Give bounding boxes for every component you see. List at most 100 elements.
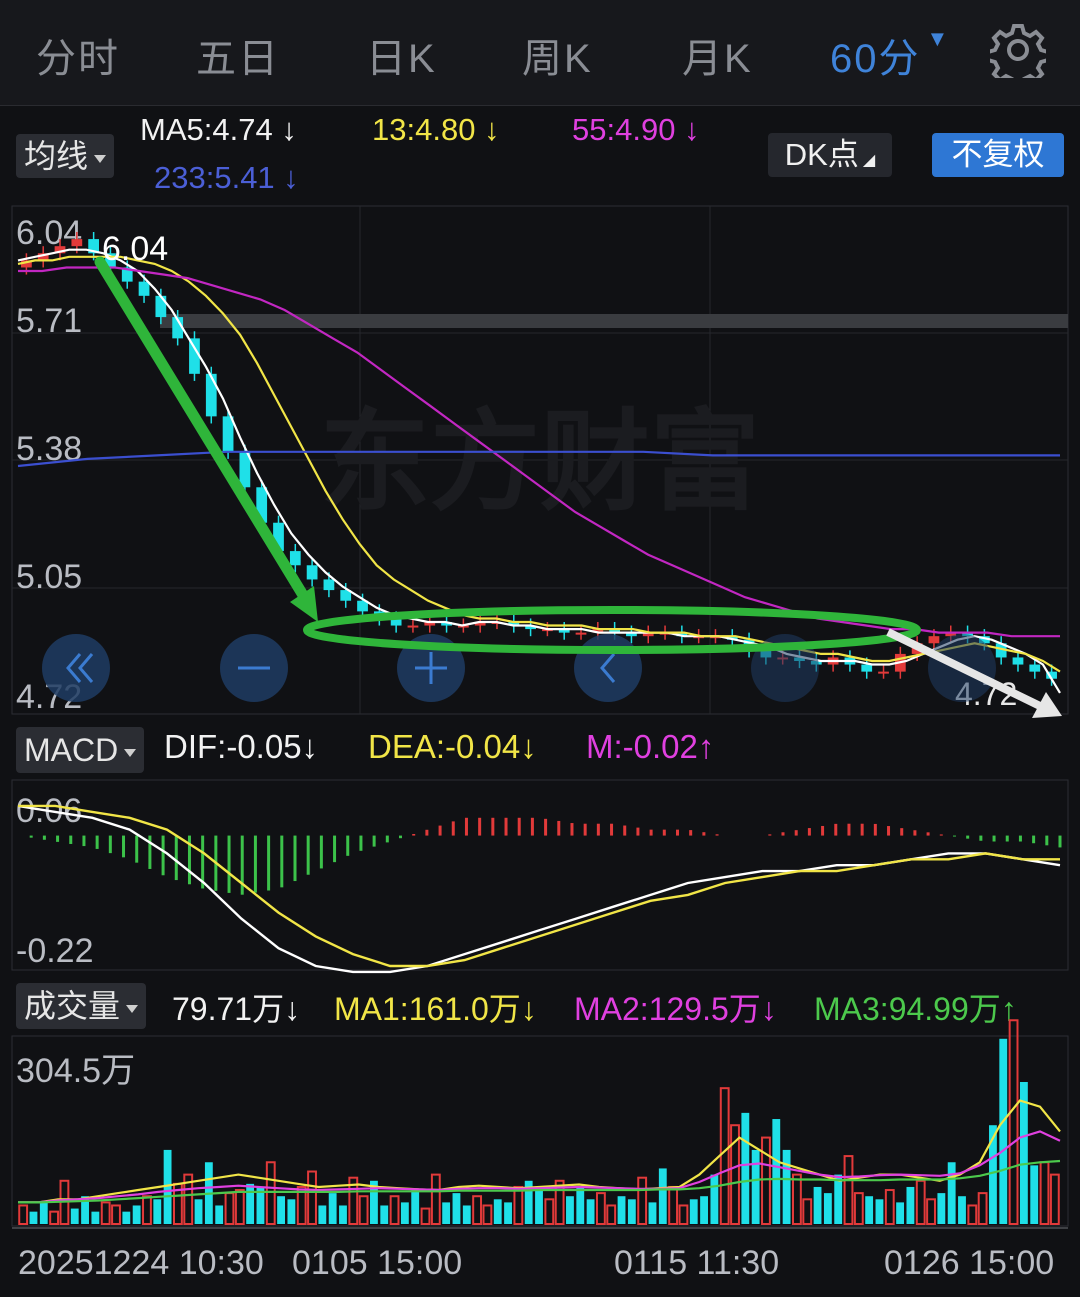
volume-bar xyxy=(719,1087,730,1225)
candle-body xyxy=(138,281,150,296)
candle-body xyxy=(575,632,587,635)
macd-panel-frame xyxy=(11,779,1069,971)
volume-bar xyxy=(658,1168,667,1224)
volume-bar xyxy=(18,1204,29,1225)
volume-bar xyxy=(442,1202,451,1224)
volume-bar xyxy=(287,1199,296,1224)
candle-body xyxy=(928,636,940,644)
zoom-out-icon[interactable] xyxy=(220,634,288,702)
macd-y-tick: -0.22 xyxy=(16,932,94,970)
volume-bar xyxy=(91,1211,100,1224)
volume-bar xyxy=(234,1189,245,1226)
volume-bar xyxy=(328,1193,337,1224)
candle-body xyxy=(407,625,419,628)
volume-bar xyxy=(400,1202,409,1224)
volume-bar xyxy=(865,1196,874,1224)
volume-bar xyxy=(122,1211,131,1224)
volume-bar xyxy=(875,1199,884,1224)
volume-bars xyxy=(18,1019,1060,1226)
macd-histogram xyxy=(29,817,1062,895)
candle-body xyxy=(71,239,83,247)
volume-bar xyxy=(504,1202,512,1224)
volume-bar xyxy=(586,1199,595,1224)
volume-bar xyxy=(999,1038,1008,1224)
candle-body xyxy=(861,664,873,672)
candle-body xyxy=(1012,657,1024,665)
macd-line-dea xyxy=(18,804,1060,968)
volume-bar xyxy=(430,1173,441,1225)
x-tick-label: 0126 15:00 xyxy=(884,1244,1054,1282)
volume-bar xyxy=(710,1174,719,1224)
volume-bar xyxy=(265,1161,276,1225)
volume-bar xyxy=(977,1192,988,1226)
volume-bar xyxy=(782,1149,791,1224)
volume-bar xyxy=(792,1173,802,1225)
volume-bar xyxy=(358,1195,369,1226)
volume-bar xyxy=(627,1199,636,1224)
candle-body xyxy=(323,579,335,591)
volume-bar xyxy=(482,1204,493,1225)
volume-bar xyxy=(741,1112,750,1224)
volume-bar xyxy=(49,1210,60,1225)
volume-bar xyxy=(813,1186,822,1224)
x-tick-label: 0115 11:30 xyxy=(614,1244,779,1282)
x-tick-label: 20251224 10:30 xyxy=(18,1244,264,1282)
volume-bar xyxy=(39,1202,48,1224)
candle-body xyxy=(222,416,234,452)
double-left-icon[interactable] xyxy=(42,634,110,702)
volume-bar xyxy=(142,1195,152,1226)
volume-bar xyxy=(823,1193,832,1224)
volume-bar xyxy=(834,1174,843,1224)
volume-bar xyxy=(462,1205,471,1224)
volume-bar xyxy=(1030,1165,1039,1224)
volume-bar xyxy=(958,1196,966,1224)
volume-bar xyxy=(535,1190,543,1224)
volume-bar xyxy=(576,1186,585,1224)
volume-bar xyxy=(246,1183,255,1224)
y-tick-label: 5.71 xyxy=(16,302,82,340)
candle-body xyxy=(1029,664,1041,672)
volume-bar xyxy=(380,1205,389,1224)
volume-bar xyxy=(915,1179,926,1226)
volume-bar xyxy=(606,1204,617,1225)
volume-bar xyxy=(1039,1161,1050,1225)
volume-bar xyxy=(926,1198,936,1226)
volume-bar xyxy=(339,1205,347,1224)
volume-bar xyxy=(493,1199,502,1224)
volume-bar xyxy=(100,1201,111,1225)
volume-bar xyxy=(513,1185,524,1226)
volume-bar xyxy=(772,1119,781,1224)
watermark-text: 东方财富 xyxy=(320,398,760,526)
volume-bar xyxy=(544,1198,555,1226)
volume-bar xyxy=(700,1196,708,1224)
volume-bar xyxy=(472,1195,483,1226)
volume-bar xyxy=(937,1193,946,1224)
volume-bar xyxy=(967,1204,978,1225)
volume-y-tick: 304.5万 xyxy=(16,1052,135,1090)
high-price-label: 6.04 xyxy=(102,230,168,268)
volume-bar xyxy=(906,1186,915,1224)
volume-bar xyxy=(566,1196,574,1224)
volume-bar xyxy=(224,1192,235,1226)
chart-canvas[interactable]: 东方财富 6.04 5.71 5.38 5.05 4.72 6.04 4.72 … xyxy=(0,0,1080,1297)
left-icon[interactable] xyxy=(574,634,642,702)
y-tick-label: 5.05 xyxy=(16,558,82,596)
y-tick-label: 6.04 xyxy=(16,214,82,252)
volume-bar xyxy=(896,1202,905,1224)
candle-body xyxy=(205,373,217,417)
volume-bar xyxy=(678,1204,689,1225)
volume-bar xyxy=(853,1192,864,1226)
candle-body xyxy=(878,671,889,674)
volume-bar xyxy=(29,1211,38,1224)
volume-bar xyxy=(648,1202,657,1224)
volume-bar xyxy=(947,1162,956,1224)
candle-body xyxy=(306,565,318,580)
volume-bar xyxy=(761,1136,771,1226)
volume-bar xyxy=(389,1195,400,1226)
volume-bar xyxy=(843,1155,854,1225)
macd-line-dif xyxy=(17,804,1061,974)
volume-bar xyxy=(277,1196,285,1224)
volume-bar xyxy=(884,1189,895,1226)
volume-bar xyxy=(411,1190,420,1224)
volume-bar xyxy=(668,1185,679,1226)
